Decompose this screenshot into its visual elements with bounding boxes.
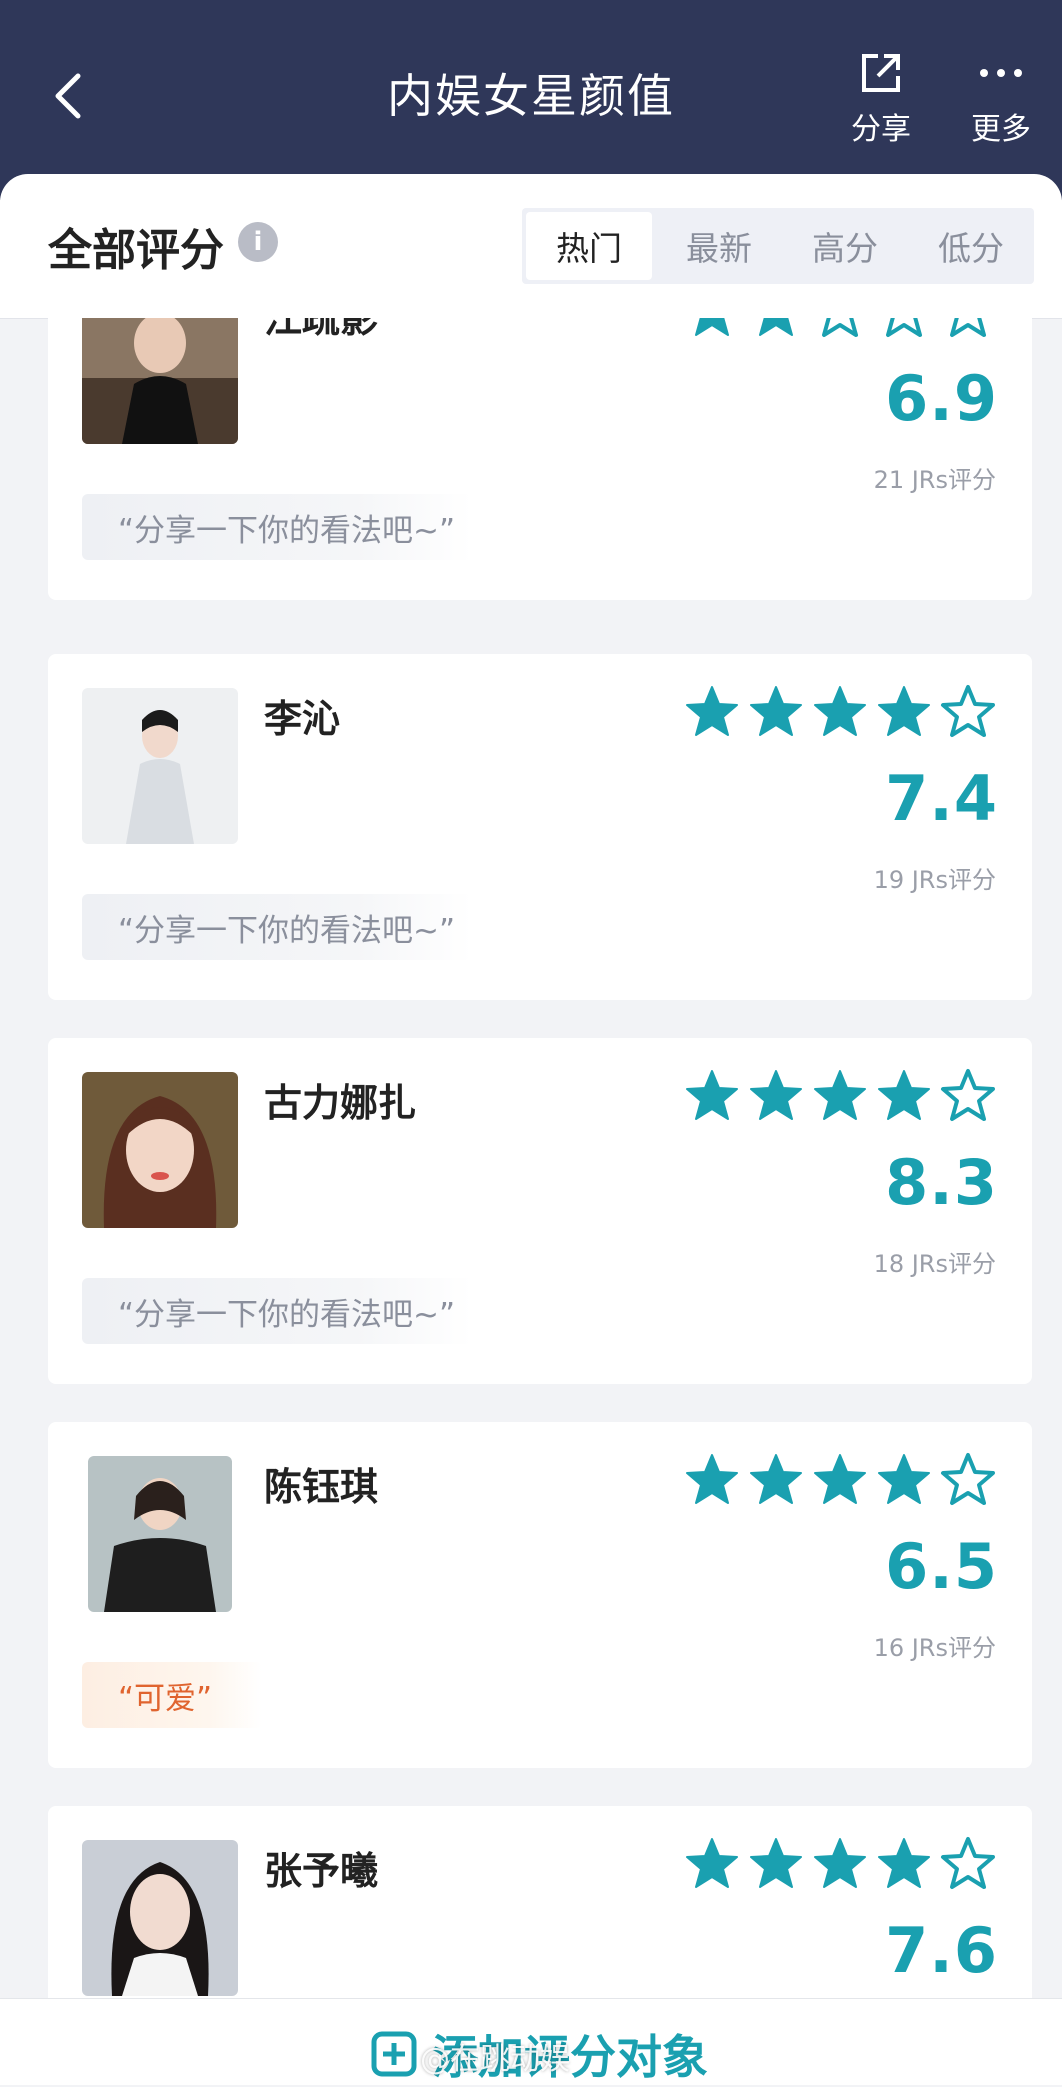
section-title: 全部评分 <box>48 225 224 276</box>
star-empty-icon <box>940 318 996 344</box>
item-name: 江疏影 <box>264 318 379 341</box>
more-dots-icon <box>980 69 1022 77</box>
comment-prompt[interactable]: “分享一下你的看法吧~” <box>82 1278 472 1344</box>
rating-card[interactable]: 张予曦 7.6 <box>48 1806 1032 1998</box>
star-filled-icon <box>684 318 740 344</box>
star-filled-icon <box>684 1836 740 1896</box>
star-filled-icon <box>684 1452 740 1512</box>
star-rating <box>684 684 996 744</box>
star-filled-icon <box>876 1836 932 1896</box>
tab-low-score[interactable]: 低分 <box>908 208 1034 284</box>
score-value: 7.6 <box>885 1914 998 1987</box>
rating-card[interactable]: 江疏影 6.9 21 JRs评分 “分享一下你的看法吧~” <box>48 318 1032 600</box>
comment-prompt[interactable]: “分享一下你的看法吧~” <box>82 894 472 960</box>
star-empty-icon <box>940 1452 996 1512</box>
star-filled-icon <box>748 684 804 744</box>
rating-card[interactable]: 陈钰琪 6.5 16 JRs评分 “可爱” <box>48 1422 1032 1768</box>
item-name: 李沁 <box>264 697 341 741</box>
rating-count: 19 JRs评分 <box>873 866 996 894</box>
rating-card[interactable]: 李沁 7.4 19 JRs评分 “分享一下你的看法吧~” <box>48 654 1032 1000</box>
rating-count: 16 JRs评分 <box>873 1634 996 1662</box>
star-filled-icon <box>748 318 804 344</box>
star-filled-icon <box>876 684 932 744</box>
top-nav-bar: 内娱女星颜值 分享 更多 <box>0 0 1062 200</box>
star-rating <box>684 1068 996 1128</box>
watermark-text: @在跳动娱 <box>420 2042 570 2077</box>
score-value: 6.9 <box>885 362 998 435</box>
star-filled-icon <box>684 1068 740 1128</box>
info-icon[interactable]: i <box>238 222 278 262</box>
star-empty-icon <box>876 318 932 344</box>
star-rating <box>684 1452 996 1512</box>
sort-tabs: 热门 最新 高分 低分 <box>522 208 1034 284</box>
star-filled-icon <box>876 1068 932 1128</box>
star-filled-icon <box>812 1836 868 1896</box>
rating-list: 江疏影 6.9 21 JRs评分 “分享一下你的看法吧~” 李沁 7.4 19 … <box>0 318 1062 1998</box>
score-value: 7.4 <box>885 762 998 835</box>
star-filled-icon <box>812 1452 868 1512</box>
add-icon <box>371 2031 417 2077</box>
avatar <box>88 1456 232 1612</box>
avatar <box>82 318 238 444</box>
star-filled-icon <box>812 684 868 744</box>
tab-hot[interactable]: 热门 <box>526 212 652 280</box>
star-filled-icon <box>812 1068 868 1128</box>
more-label: 更多 <box>971 112 1031 147</box>
star-empty-icon <box>940 1068 996 1128</box>
star-rating <box>684 318 996 344</box>
share-icon <box>862 54 900 92</box>
tab-latest[interactable]: 最新 <box>656 208 782 284</box>
star-empty-icon <box>812 318 868 344</box>
star-filled-icon <box>684 684 740 744</box>
avatar <box>82 688 238 844</box>
star-filled-icon <box>748 1452 804 1512</box>
star-filled-icon <box>748 1836 804 1896</box>
star-filled-icon <box>876 1452 932 1512</box>
share-label: 分享 <box>851 112 911 147</box>
rating-count: 21 JRs评分 <box>873 466 996 494</box>
avatar <box>82 1072 238 1228</box>
rating-header: 全部评分 i 热门 最新 高分 低分 <box>0 174 1062 319</box>
rating-count: 18 JRs评分 <box>873 1250 996 1278</box>
item-name: 古力娜扎 <box>264 1081 417 1125</box>
comment-tag[interactable]: “可爱” <box>82 1662 262 1728</box>
comment-prompt[interactable]: “分享一下你的看法吧~” <box>82 494 472 560</box>
more-button[interactable]: 更多 <box>946 48 1056 148</box>
star-rating <box>684 1836 996 1896</box>
star-filled-icon <box>748 1068 804 1128</box>
rating-card[interactable]: 古力娜扎 8.3 18 JRs评分 “分享一下你的看法吧~” <box>48 1038 1032 1384</box>
tab-high-score[interactable]: 高分 <box>782 208 908 284</box>
share-button[interactable]: 分享 <box>826 48 936 148</box>
item-name: 张予曦 <box>264 1849 379 1893</box>
avatar <box>82 1840 238 1996</box>
score-value: 8.3 <box>885 1146 998 1219</box>
score-value: 6.5 <box>885 1530 998 1603</box>
star-empty-icon <box>940 1836 996 1896</box>
star-empty-icon <box>940 684 996 744</box>
item-name: 陈钰琪 <box>264 1465 379 1509</box>
